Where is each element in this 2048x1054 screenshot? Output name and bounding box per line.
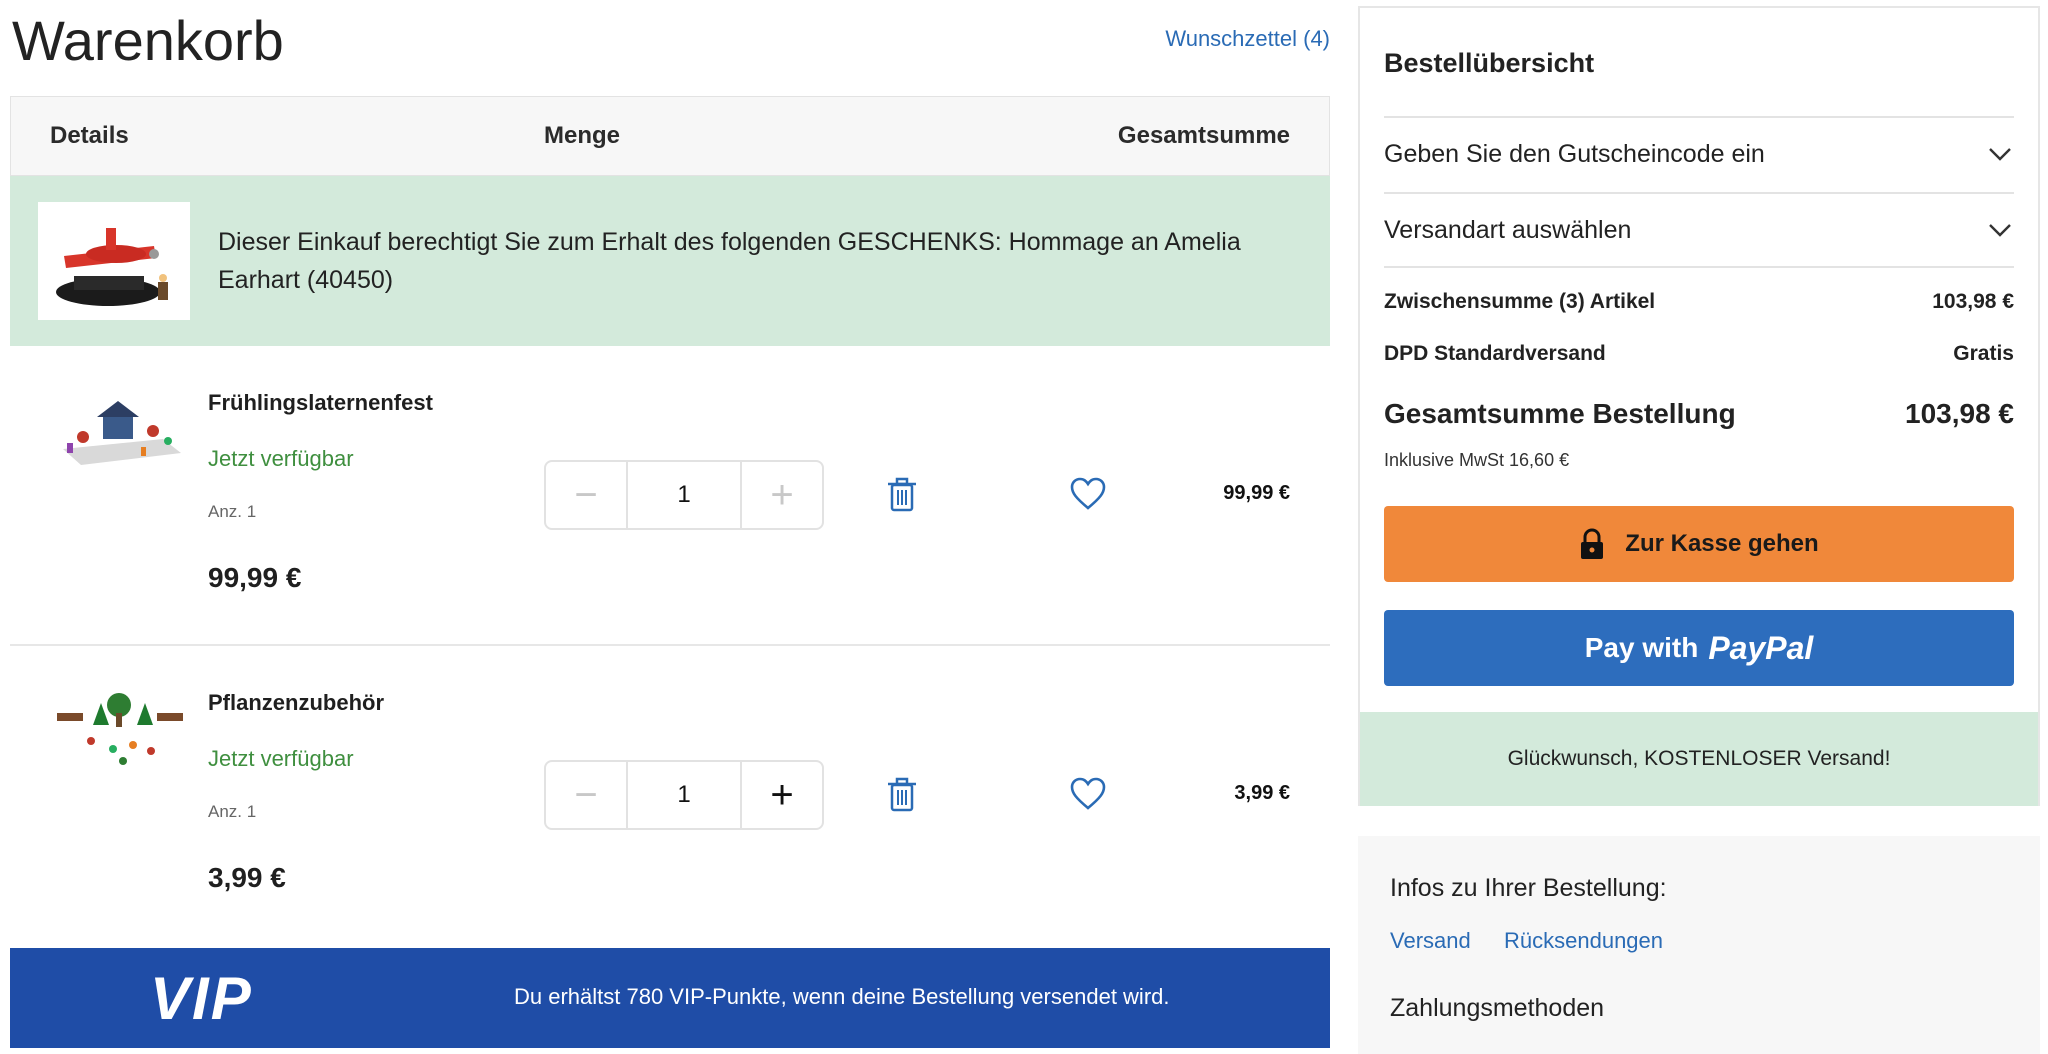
- lock-icon: [1581, 528, 1604, 559]
- shipping-method-label: Versandart auswählen: [1384, 215, 1632, 244]
- subtotal-label: Zwischensumme (3) Artikel: [1384, 290, 1656, 313]
- item-name[interactable]: Frühlingslaternenfest: [208, 390, 433, 416]
- trash-icon[interactable]: [882, 474, 922, 514]
- payment-methods-title: Zahlungsmethoden: [1390, 994, 1605, 1022]
- item-price: 3,99 €: [208, 862, 286, 893]
- total-label: Gesamtsumme Bestellung: [1384, 398, 1736, 429]
- quantity-input[interactable]: 1: [626, 762, 742, 828]
- increase-button[interactable]: +: [742, 462, 822, 528]
- coupon-accordion[interactable]: Geben Sie den Gutscheincode ein: [1384, 116, 2014, 190]
- heart-icon[interactable]: [1068, 774, 1108, 814]
- subtotal-row: Zwischensumme (3) Artikel 103,98 €: [1384, 290, 2014, 314]
- shipping-info-link[interactable]: Versand: [1390, 928, 1471, 954]
- item-name[interactable]: Pflanzenzubehör: [208, 690, 384, 716]
- quantity-stepper: − 1 +: [544, 460, 824, 530]
- quantity-stepper: − 1 +: [544, 760, 824, 830]
- table-header: Details Menge Gesamtsumme: [10, 96, 1330, 176]
- header-details: Details: [50, 122, 129, 149]
- increase-button[interactable]: +: [742, 762, 822, 828]
- gift-product-image: [38, 202, 190, 320]
- paypal-button[interactable]: Pay with PayPal: [1384, 610, 2014, 686]
- vip-logo: VIP: [150, 965, 253, 1032]
- summary-title: Bestellübersicht: [1384, 48, 1595, 78]
- order-info-box: Infos zu Ihrer Bestellung: Versand Rücks…: [1358, 836, 2040, 1054]
- wishlist-link[interactable]: Wunschzettel (4): [1165, 26, 1330, 52]
- total-row: Gesamtsumme Bestellung 103,98 €: [1384, 398, 2014, 430]
- item-qty-label: Anz. 1: [208, 802, 257, 821]
- quantity-input[interactable]: 1: [626, 462, 742, 528]
- divider: [1384, 266, 2014, 268]
- header-quantity: Menge: [544, 122, 621, 149]
- chevron-down-icon: [1989, 148, 2011, 161]
- checkout-label: Zur Kasse gehen: [1625, 530, 1819, 557]
- vip-banner: VIP Du erhältst 780 VIP-Punkte, wenn dei…: [10, 948, 1330, 1048]
- vip-message: Du erhältst 780 VIP-Punkte, wenn deine B…: [514, 984, 1170, 1009]
- checkout-button[interactable]: Zur Kasse gehen: [1384, 506, 2014, 582]
- shipping-value: Gratis: [1953, 342, 2014, 365]
- line-total: 99,99 €: [1223, 482, 1290, 504]
- subtotal-value: 103,98 €: [1932, 290, 2014, 313]
- decrease-button[interactable]: −: [546, 762, 626, 828]
- paypal-prefix: Pay with: [1584, 632, 1699, 663]
- vat-note: Inklusive MwSt 16,60 €: [1384, 450, 1570, 470]
- page-title: Warenkorb: [12, 9, 284, 72]
- coupon-label: Geben Sie den Gutscheincode ein: [1384, 139, 1765, 168]
- item-price: 99,99 €: [208, 562, 302, 593]
- chevron-down-icon: [1989, 224, 2011, 237]
- availability-status: Jetzt verfügbar: [208, 446, 354, 471]
- free-shipping-banner: Glückwunsch, KOSTENLOSER Versand!: [1360, 712, 2038, 806]
- trash-icon[interactable]: [882, 774, 922, 814]
- product-image[interactable]: [50, 684, 190, 784]
- shipping-row: DPD Standardversand Gratis: [1384, 342, 2014, 366]
- product-image[interactable]: [50, 384, 190, 484]
- availability-status: Jetzt verfügbar: [208, 746, 354, 771]
- returns-link[interactable]: Rücksendungen: [1504, 928, 1663, 954]
- item-qty-label: Anz. 1: [208, 502, 257, 521]
- cart-item: Frühlingslaternenfest Jetzt verfügbar An…: [10, 346, 1330, 646]
- cart-item: Pflanzenzubehör Jetzt verfügbar Anz. 1 3…: [10, 646, 1330, 946]
- cart-table: Details Menge Gesamtsumme Dieser Einkauf…: [10, 96, 1330, 946]
- order-summary: Bestellübersicht Geben Sie den Gutschein…: [1358, 6, 2040, 806]
- shipping-label: DPD Standardversand: [1384, 342, 1606, 365]
- gift-banner: Dieser Einkauf berechtigt Sie zum Erhalt…: [10, 176, 1330, 346]
- paypal-logo: PayPal: [1708, 629, 1814, 666]
- header-total: Gesamtsumme: [1117, 122, 1290, 149]
- heart-icon[interactable]: [1068, 474, 1108, 514]
- order-info-title: Infos zu Ihrer Bestellung:: [1390, 874, 1667, 902]
- total-value: 103,98 €: [1905, 398, 2014, 429]
- line-total: 3,99 €: [1234, 782, 1290, 804]
- gift-banner-text: Dieser Einkauf berechtigt Sie zum Erhalt…: [218, 228, 1241, 294]
- decrease-button[interactable]: −: [546, 462, 626, 528]
- shipping-method-accordion[interactable]: Versandart auswählen: [1384, 192, 2014, 266]
